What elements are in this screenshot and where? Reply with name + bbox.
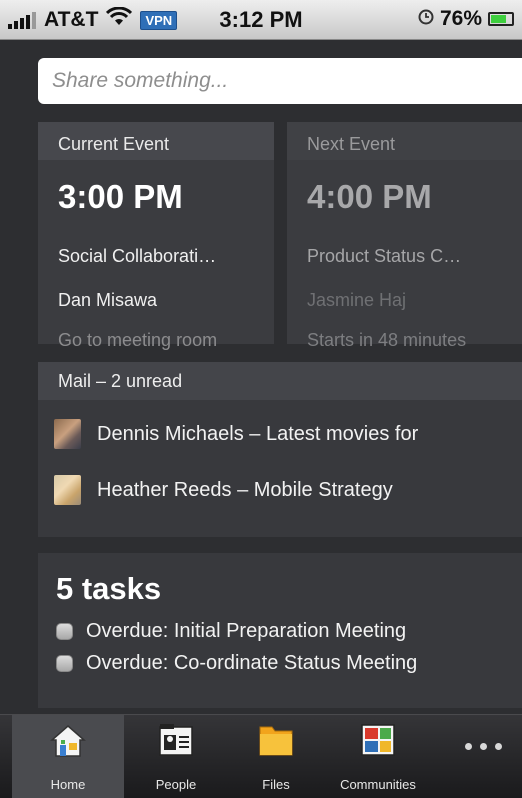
task-text: Overdue: Initial Preparation Meeting — [86, 619, 407, 642]
current-event-person: Dan Misawa — [58, 290, 158, 310]
go-to-meeting-room-link[interactable]: Go to meeting room — [38, 330, 274, 351]
battery-percent: 76% — [439, 7, 482, 30]
task-checkbox[interactable] — [56, 622, 73, 640]
tab-communities[interactable]: Communities — [324, 715, 432, 798]
next-event-countdown: Starts in 48 minutes — [307, 330, 467, 350]
task-item[interactable]: Overdue: Co-ordinate Status Meeting — [38, 647, 522, 679]
tab-people[interactable]: People — [124, 715, 228, 798]
mail-item-text: Dennis Michaels – Latest movies for — [97, 422, 419, 445]
more-icon[interactable] — [465, 743, 502, 750]
current-event-title: Social Collaborati… — [58, 246, 217, 266]
tab-home[interactable]: Home — [12, 715, 124, 798]
mail-item-text: Heather Reeds – Mobile Strategy — [97, 478, 393, 501]
tab-files[interactable]: Files — [228, 715, 324, 798]
home-icon — [49, 723, 87, 762]
task-text: Overdue: Co-ordinate Status Meeting — [86, 651, 418, 674]
clock-lock-icon — [418, 7, 434, 31]
tab-people-label: People — [155, 777, 197, 792]
tab-bar: Home People Files Communities — [0, 714, 522, 798]
tasks-panel[interactable]: 5 tasks Overdue: Initial Preparation Mee… — [38, 553, 522, 708]
mail-panel[interactable]: Mail – 2 unread Dennis Michaels – Latest… — [38, 362, 522, 537]
task-checkbox[interactable] — [56, 654, 73, 672]
next-event-header: Next Event — [287, 122, 522, 160]
tab-files-label: Files — [262, 777, 290, 792]
next-event-person: Jasmine Haj — [307, 290, 407, 310]
battery-icon — [488, 12, 514, 26]
current-event-card[interactable]: Current Event 3:00 PM Social Collaborati… — [38, 122, 274, 350]
share-input[interactable] — [38, 58, 522, 104]
tasks-count[interactable]: 5 tasks — [38, 553, 522, 615]
mail-item[interactable]: Dennis Michaels – Latest movies for — [54, 418, 418, 450]
folder-icon — [258, 723, 294, 760]
tab-home-label: Home — [50, 777, 86, 792]
people-icon — [158, 723, 194, 760]
status-bar: AT&T VPN 3:12 PM 76% — [0, 0, 522, 40]
tab-communities-label: Communities — [340, 777, 416, 792]
current-event-header: Current Event — [38, 122, 274, 160]
avatar — [54, 475, 81, 505]
avatar — [54, 419, 81, 449]
next-event-title: Product Status C… — [307, 246, 462, 266]
current-event-time: 3:00 PM — [58, 178, 183, 215]
task-item[interactable]: Overdue: Initial Preparation Meeting — [38, 615, 522, 647]
mail-item[interactable]: Heather Reeds – Mobile Strategy — [54, 474, 393, 506]
status-right: 76% — [418, 7, 514, 31]
mail-header[interactable]: Mail – 2 unread — [38, 362, 522, 400]
next-event-time: 4:00 PM — [307, 178, 432, 215]
communities-icon — [360, 723, 396, 760]
next-event-card[interactable]: Next Event 4:00 PM Product Status C… Jas… — [287, 122, 522, 350]
